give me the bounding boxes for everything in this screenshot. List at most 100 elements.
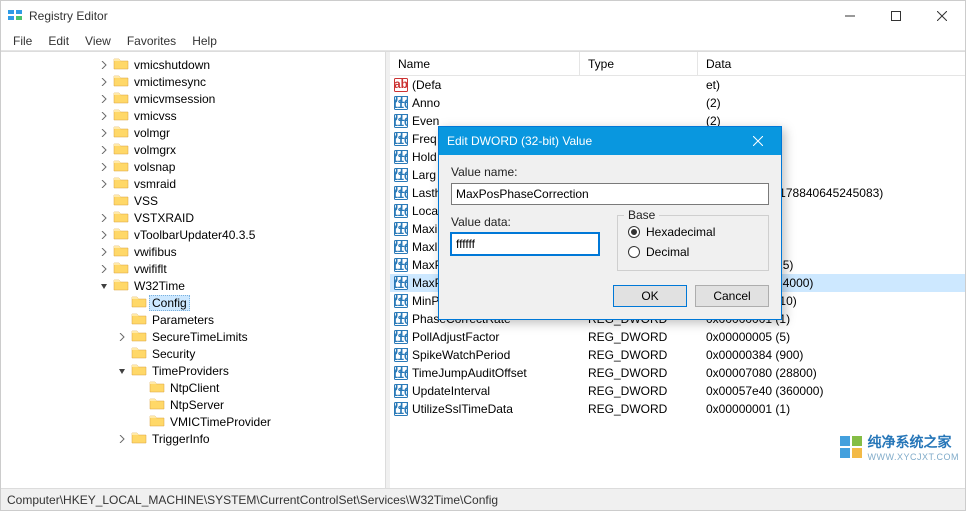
tree-node[interactable]: vToolbarUpdater40.3.5 bbox=[5, 226, 385, 243]
dword-icon bbox=[394, 204, 408, 218]
value-data-input[interactable] bbox=[451, 233, 599, 255]
chevron-right-icon[interactable] bbox=[97, 245, 111, 259]
minimize-button[interactable] bbox=[827, 1, 873, 31]
string-icon bbox=[394, 78, 408, 92]
folder-icon bbox=[131, 328, 147, 345]
value-row[interactable]: Anno(2) bbox=[390, 94, 965, 112]
dword-icon bbox=[394, 330, 408, 344]
dword-icon bbox=[394, 276, 408, 290]
folder-icon bbox=[113, 175, 129, 192]
tree-node[interactable]: VSS bbox=[5, 192, 385, 209]
menu-favorites[interactable]: Favorites bbox=[119, 32, 184, 50]
tree-node[interactable]: Security bbox=[5, 345, 385, 362]
tree-label: NtpServer bbox=[167, 398, 227, 412]
dialog-close-button[interactable] bbox=[743, 127, 773, 155]
base-fieldset: Base Hexadecimal Decimal bbox=[617, 215, 769, 271]
tree-node[interactable]: TriggerInfo bbox=[5, 430, 385, 447]
chevron-right-icon[interactable] bbox=[97, 126, 111, 140]
list-header: Name Type Data bbox=[390, 52, 965, 76]
value-row[interactable]: UpdateIntervalREG_DWORD0x00057e40 (36000… bbox=[390, 382, 965, 400]
ok-button[interactable]: OK bbox=[613, 285, 687, 307]
value-data: et) bbox=[698, 78, 965, 92]
column-type[interactable]: Type bbox=[580, 52, 698, 75]
folder-icon bbox=[131, 430, 147, 447]
value-name-label: Value name: bbox=[451, 165, 769, 179]
chevron-right-icon[interactable] bbox=[97, 228, 111, 242]
chevron-right-icon[interactable] bbox=[97, 109, 111, 123]
menu-view[interactable]: View bbox=[77, 32, 119, 50]
tree-pane[interactable]: vmicshutdown vmictimesyncvmicvmsession vmi… bbox=[1, 52, 386, 488]
value-row[interactable]: SpikeWatchPeriodREG_DWORD0x00000384 (900… bbox=[390, 346, 965, 364]
tree-node[interactable]: vsmraid bbox=[5, 175, 385, 192]
tree-node[interactable]: W32Time bbox=[5, 277, 385, 294]
status-path: Computer\HKEY_LOCAL_MACHINE\SYSTEM\Curre… bbox=[7, 493, 498, 507]
tree-label: vToolbarUpdater40.3.5 bbox=[131, 228, 258, 242]
value-name-input[interactable] bbox=[451, 183, 769, 205]
radio-hex[interactable]: Hexadecimal bbox=[628, 222, 758, 242]
chevron-right-icon[interactable] bbox=[97, 177, 111, 191]
tree-node[interactable]: VMICTimeProvider bbox=[5, 413, 385, 430]
tree-node[interactable]: vwififlt bbox=[5, 260, 385, 277]
column-name[interactable]: Name bbox=[390, 52, 580, 75]
dword-icon bbox=[394, 132, 408, 146]
tree-node[interactable]: TimeProviders bbox=[5, 362, 385, 379]
tree-node[interactable]: volsnap bbox=[5, 158, 385, 175]
folder-icon bbox=[113, 56, 129, 73]
chevron-right-icon[interactable] bbox=[97, 211, 111, 225]
tree-node[interactable]: Config bbox=[5, 294, 385, 311]
tree-node[interactable]: vmicvmsession bbox=[5, 90, 385, 107]
dialog-titlebar[interactable]: Edit DWORD (32-bit) Value bbox=[439, 127, 781, 155]
folder-icon bbox=[113, 90, 129, 107]
tree-node[interactable]: volmgrx bbox=[5, 141, 385, 158]
chevron-right-icon[interactable] bbox=[115, 330, 129, 344]
cancel-button[interactable]: Cancel bbox=[695, 285, 769, 307]
folder-icon bbox=[149, 379, 165, 396]
chevron-right-icon[interactable] bbox=[97, 143, 111, 157]
tree-node[interactable]: vmicshutdown bbox=[5, 56, 385, 73]
tree-node[interactable]: NtpClient bbox=[5, 379, 385, 396]
chevron-right-icon[interactable] bbox=[97, 75, 111, 89]
folder-icon bbox=[113, 192, 129, 209]
menu-file[interactable]: File bbox=[5, 32, 40, 50]
tree-label: vmicvss bbox=[131, 109, 180, 123]
chevron-right-icon[interactable] bbox=[97, 160, 111, 174]
value-row[interactable]: UtilizeSslTimeDataREG_DWORD0x00000001 (1… bbox=[390, 400, 965, 418]
tree-label: vsmraid bbox=[131, 177, 179, 191]
tree-node[interactable]: SecureTimeLimits bbox=[5, 328, 385, 345]
value-type: REG_DWORD bbox=[580, 348, 698, 362]
tree-node[interactable]: vmicvss bbox=[5, 107, 385, 124]
radio-dec[interactable]: Decimal bbox=[628, 242, 758, 262]
tree-node[interactable]: vmictimesync bbox=[5, 73, 385, 90]
tree-label: TriggerInfo bbox=[149, 432, 213, 446]
menu-help[interactable]: Help bbox=[184, 32, 225, 50]
chevron-right-icon[interactable] bbox=[115, 432, 129, 446]
tree-label: vmictimesync bbox=[131, 75, 209, 89]
maximize-button[interactable] bbox=[873, 1, 919, 31]
value-data: 0x00007080 (28800) bbox=[698, 366, 965, 380]
tree-node[interactable]: volmgr bbox=[5, 124, 385, 141]
tree-node[interactable]: vwifibus bbox=[5, 243, 385, 260]
folder-icon bbox=[113, 141, 129, 158]
chevron-down-icon[interactable] bbox=[97, 279, 111, 293]
value-row[interactable]: PollAdjustFactorREG_DWORD0x00000005 (5) bbox=[390, 328, 965, 346]
dword-icon bbox=[394, 222, 408, 236]
dword-icon bbox=[394, 384, 408, 398]
base-legend: Base bbox=[624, 208, 659, 222]
value-row[interactable]: TimeJumpAuditOffsetREG_DWORD0x00007080 (… bbox=[390, 364, 965, 382]
close-button[interactable] bbox=[919, 1, 965, 31]
tree-node[interactable]: Parameters bbox=[5, 311, 385, 328]
chevron-right-icon[interactable] bbox=[97, 92, 111, 106]
tree-node[interactable]: NtpServer bbox=[5, 396, 385, 413]
folder-icon bbox=[113, 243, 129, 260]
menu-edit[interactable]: Edit bbox=[40, 32, 77, 50]
expander-none bbox=[133, 398, 147, 412]
column-data[interactable]: Data bbox=[698, 52, 965, 75]
value-row[interactable]: (Defaet) bbox=[390, 76, 965, 94]
chevron-down-icon[interactable] bbox=[115, 364, 129, 378]
chevron-right-icon[interactable] bbox=[97, 58, 111, 72]
value-data: 0x00000001 (1) bbox=[698, 402, 965, 416]
value-name: UtilizeSslTimeData bbox=[412, 402, 513, 416]
tree-node[interactable]: VSTXRAID bbox=[5, 209, 385, 226]
chevron-right-icon[interactable] bbox=[97, 262, 111, 276]
tree-label: vmicshutdown bbox=[131, 58, 213, 72]
